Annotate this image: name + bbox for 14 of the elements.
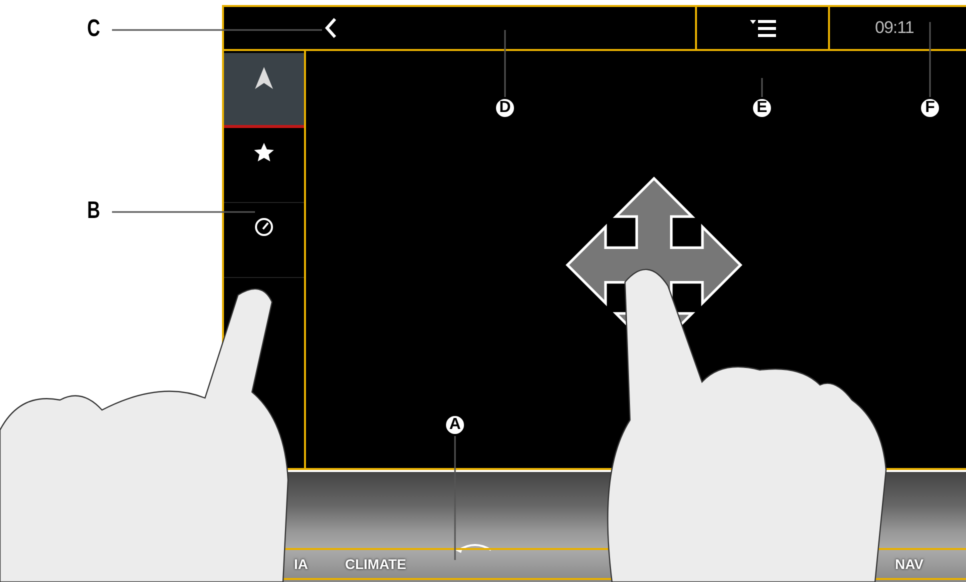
console-button[interactable]: NAV <box>895 556 924 572</box>
back-icon[interactable] <box>324 17 338 39</box>
clock-time: 09:11 <box>875 18 914 38</box>
leader-line <box>761 78 763 97</box>
star-icon <box>253 142 275 164</box>
callout-label: B <box>87 197 100 225</box>
console-button[interactable]: IA <box>294 556 308 572</box>
sidebar-item[interactable] <box>224 53 304 128</box>
console-button[interactable]: CLIMATE <box>345 556 406 572</box>
menu-icon[interactable] <box>750 19 776 37</box>
leader-line <box>504 30 506 97</box>
navigation-arrow-icon <box>255 67 273 89</box>
gauge-icon <box>254 217 274 237</box>
callout-label: C <box>87 15 100 43</box>
